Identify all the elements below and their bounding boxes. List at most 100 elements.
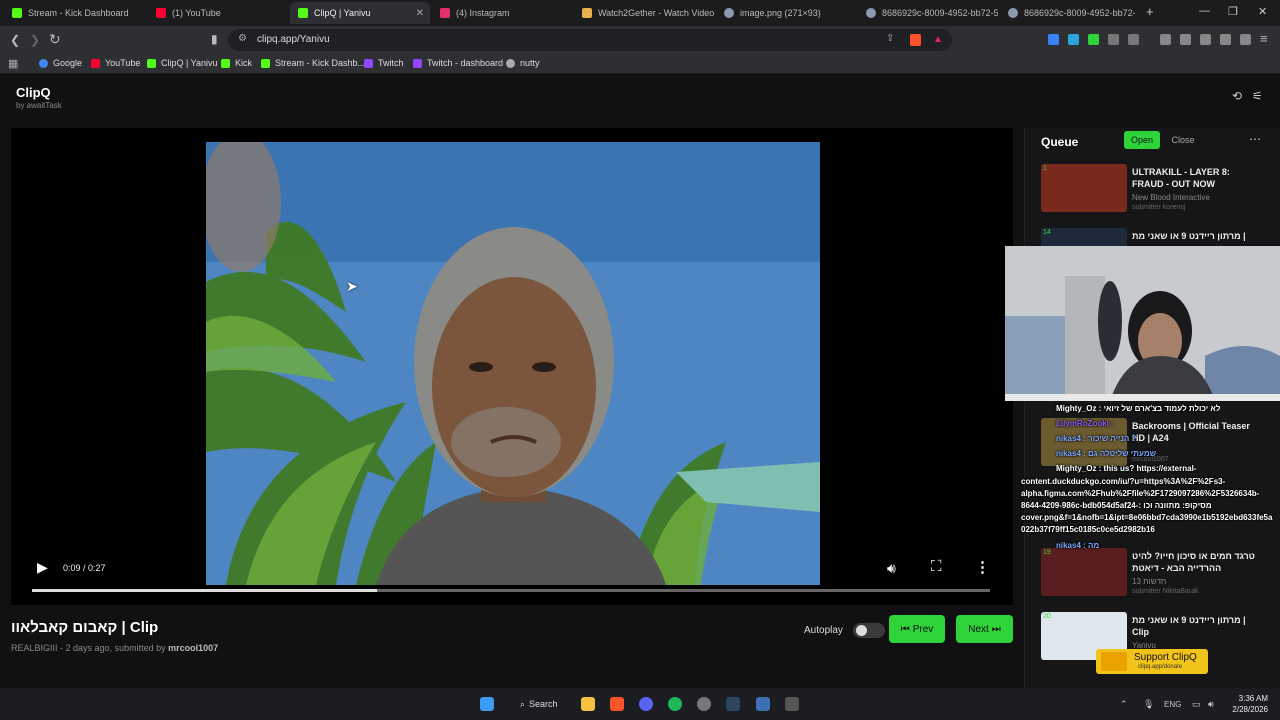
browser-tab-active[interactable]: ClipQ | Yanivu ✕ [290,2,430,24]
network-icon[interactable]: ▭ [1192,699,1201,710]
video-player[interactable]: ➤ ▶ 0:09 / 0:27 🔊︎ ⛶ ⋮ [11,128,1013,605]
menu-icon[interactable]: ≡ [1260,31,1268,46]
chat-message: Mighty_Oz : this us? https://external- [1056,464,1197,473]
app-icon[interactable] [785,697,799,711]
extension-icon[interactable] [1128,34,1139,45]
globe-icon [724,8,734,18]
queue-thumbnail [1041,164,1127,212]
youtube-favicon-icon [156,8,166,18]
reload-icon[interactable]: ↻ [49,31,61,48]
bookmark-item[interactable]: ClipQ | Yanivu [147,58,218,68]
bookmark-item[interactable]: YouTube [91,58,140,68]
microphone-icon[interactable]: 🎙︎ [1143,699,1154,710]
bookmark-item[interactable]: Stream - Kick Dashb... [261,58,365,68]
minimize-icon[interactable]: — [1199,5,1210,17]
browser-tab[interactable]: Stream - Kick Dashboard [4,2,144,24]
language-indicator[interactable]: ENG [1164,700,1181,709]
bookmark-item[interactable]: Twitch [364,58,404,68]
toggle-knob [855,625,867,636]
discord-icon[interactable] [639,697,653,711]
browser-tab[interactable]: Watch2Gether - Watch Videos [574,2,714,24]
clip-channel[interactable]: REALBIGIII [11,643,58,653]
steam-icon[interactable] [726,697,740,711]
video-frame[interactable]: ➤ [206,142,820,585]
progress-bar[interactable] [32,589,990,592]
play-icon[interactable]: ▶ [37,559,48,576]
back-arrow-icon[interactable]: ❮ [10,33,20,47]
volume-icon[interactable]: 🔊︎ [887,560,896,577]
autoplay-control: Autoplay [804,623,885,638]
system-clock[interactable]: 3:36 AM 2/28/2026 [1226,693,1268,715]
brave-shields-icon[interactable] [910,34,921,46]
address-toolbar: ❮ ❯ ↻ ▮ ⚙ clipq.app/Yanivu ⇪ ▲ ≡ [0,26,1280,54]
new-tab-icon[interactable]: + [1146,4,1154,19]
taskbar-search[interactable]: ⌕ Search [512,694,568,714]
prev-button[interactable]: ⏮ Prev [889,615,945,643]
file-explorer-icon[interactable] [581,697,595,711]
queue-thumbnail [1041,548,1127,596]
queue-item[interactable]: 19 טרגד חמים או סיכון חייו? להיט ההרדייה… [1041,548,1269,600]
queue-close-button[interactable]: Close [1166,131,1200,149]
speaker-icon[interactable]: 🔊︎ [1208,699,1214,710]
extension-icon[interactable] [1048,34,1059,45]
restore-icon[interactable]: ❐ [1228,5,1238,18]
fullscreen-icon[interactable]: ⛶ [931,558,942,575]
browser-tab[interactable]: image.png (271×93) [716,2,856,24]
site-info-icon[interactable]: ⚙ [238,33,247,44]
kick-icon [261,58,270,68]
skip-back-icon: ⏮ [900,623,910,635]
obs-icon[interactable] [697,697,711,711]
chat-message: Mighty_Oz : לא יכולת לעמוד בצ'ארם של זיו… [1056,404,1221,413]
browser-tab[interactable]: (1) YouTube [148,2,288,24]
sliders-icon[interactable]: ⚟ [1252,89,1263,103]
bookmark-item[interactable]: nutty [506,58,540,68]
clip-submitter[interactable]: mrcool1007 [168,643,218,653]
spotify-icon[interactable] [668,697,682,711]
media-control-icon[interactable] [1160,34,1171,45]
app-title[interactable]: ClipQ [16,85,62,100]
vpn-icon[interactable] [1240,34,1251,45]
instagram-favicon-icon [440,8,450,18]
autoplay-toggle[interactable] [852,623,885,638]
browser-tab[interactable]: (4) Instagram [432,2,572,24]
next-button[interactable]: Next ⏭ [956,615,1013,643]
search-icon: ⌕ [520,698,526,709]
leo-ai-icon[interactable] [1220,34,1231,45]
clip-title: קאבום קאבלאוו | Clip [11,619,159,636]
skip-forward-icon: ⏭ [991,623,1001,635]
autoplay-label: Autoplay [804,625,843,636]
bookmark-item[interactable]: Google [39,58,82,68]
browser-tab[interactable]: 8686929c-8009-4952-bb72-53 [1000,2,1135,24]
chat-message: 8644-4209-986c-bdb054d5af24-: מסיקופ: מת… [1021,501,1212,510]
globe-icon [866,8,876,18]
queue-item[interactable]: 1 ULTRAKILL - LAYER 8: FRAUD - OUT NOW N… [1041,164,1269,216]
video-content-image [206,142,820,585]
history-icon[interactable]: ⟲ [1232,89,1242,103]
forward-arrow-icon[interactable]: ❯ [30,33,40,47]
close-tab-icon[interactable]: ✕ [416,8,424,19]
bookmark-icon[interactable]: ▮ [211,32,218,46]
support-clipq-button[interactable]: Support ClipQ clipq.app/donate [1096,649,1208,674]
more-horizontal-icon[interactable]: ⋯ [1249,132,1261,146]
queue-open-button[interactable]: Open [1124,131,1160,149]
webcam-image [1005,246,1280,401]
windows-start-icon[interactable] [480,697,494,711]
extensions-puzzle-icon[interactable] [1108,34,1119,45]
browser-tab[interactable]: 8686929c-8009-4952-bb72-53 [858,2,998,24]
brave-icon[interactable] [610,697,624,711]
nutty-icon [506,58,515,68]
bookmark-item[interactable]: Kick [221,58,252,68]
tray-expand-icon[interactable]: ⌃ [1120,699,1128,710]
sidebar-icon[interactable] [1180,34,1191,45]
share-icon[interactable]: ⇪ [886,33,894,44]
extension-icon[interactable] [1068,34,1079,45]
bookmark-item[interactable]: Twitch - dashboard [413,58,503,68]
app-icon[interactable] [756,697,770,711]
url-bar[interactable]: ⚙ clipq.app/Yanivu ⇪ ▲ [228,29,952,51]
brave-rewards-icon[interactable]: ▲ [933,34,943,45]
wallet-icon[interactable] [1200,34,1211,45]
more-vertical-icon[interactable]: ⋮ [975,558,990,576]
extension-icon[interactable] [1088,34,1099,45]
window-close-icon[interactable]: ✕ [1258,5,1267,18]
apps-grid-icon[interactable]: ▦ [8,57,18,70]
